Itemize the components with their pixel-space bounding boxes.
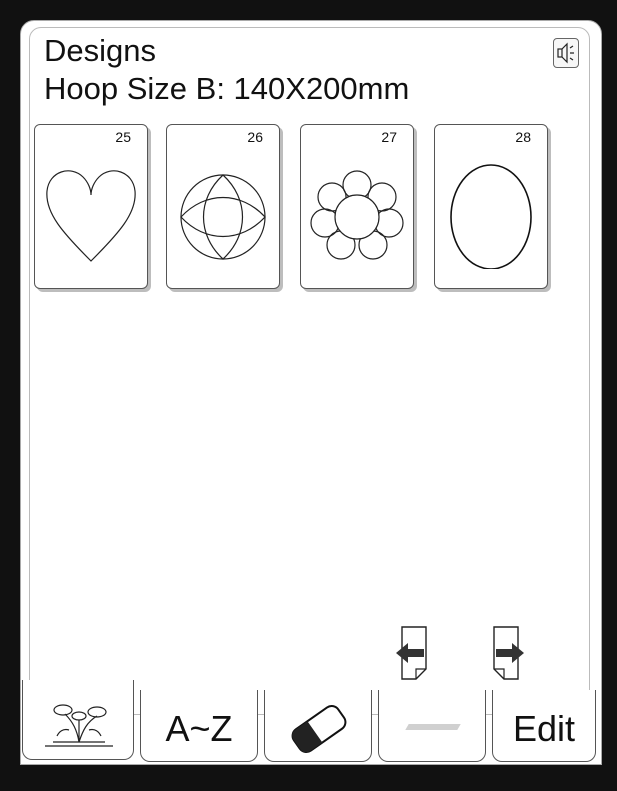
speaker-icon[interactable]: [553, 38, 579, 68]
tab-alphabet-label: A~Z: [165, 708, 233, 749]
page-left-arrow-icon: [396, 626, 427, 680]
flower-icon: [310, 170, 404, 260]
flower-sprig-icon: [45, 704, 113, 747]
hoop-size-label: Hoop Size B: 140X200mm: [44, 71, 410, 106]
tab-eraser[interactable]: [264, 690, 372, 762]
category-tab-bar: A~Z Edit: [0, 680, 617, 791]
page-title: Designs: [44, 33, 156, 68]
tab-edit-label: Edit: [512, 708, 576, 749]
oval-icon: [450, 164, 532, 269]
tab-blank[interactable]: [378, 690, 486, 762]
design-number: 28: [515, 129, 531, 145]
design-card-26[interactable]: 26: [166, 124, 280, 289]
tab-edit[interactable]: Edit: [492, 690, 596, 762]
heart-icon: [46, 170, 136, 262]
design-number: 26: [247, 129, 263, 145]
tab-alphabet[interactable]: A~Z: [140, 690, 258, 762]
circle-lens-icon: [180, 174, 266, 260]
design-number: 25: [115, 129, 131, 145]
page-right-arrow-icon: [493, 626, 524, 680]
design-number: 27: [381, 129, 397, 145]
design-card-28[interactable]: 28: [434, 124, 548, 289]
previous-page-button[interactable]: [394, 623, 434, 683]
design-panel: Designs Hoop Size B: 140X200mm 25 26 27 …: [29, 27, 590, 715]
next-page-button[interactable]: [486, 623, 526, 683]
eraser-icon: [291, 705, 347, 753]
disabled-bar-icon: [405, 724, 461, 730]
embroidery-screen: Designs Hoop Size B: 140X200mm 25 26 27 …: [20, 20, 602, 765]
design-card-25[interactable]: 25: [34, 124, 148, 289]
tab-flowers[interactable]: [22, 680, 134, 760]
design-card-27[interactable]: 27: [300, 124, 414, 289]
